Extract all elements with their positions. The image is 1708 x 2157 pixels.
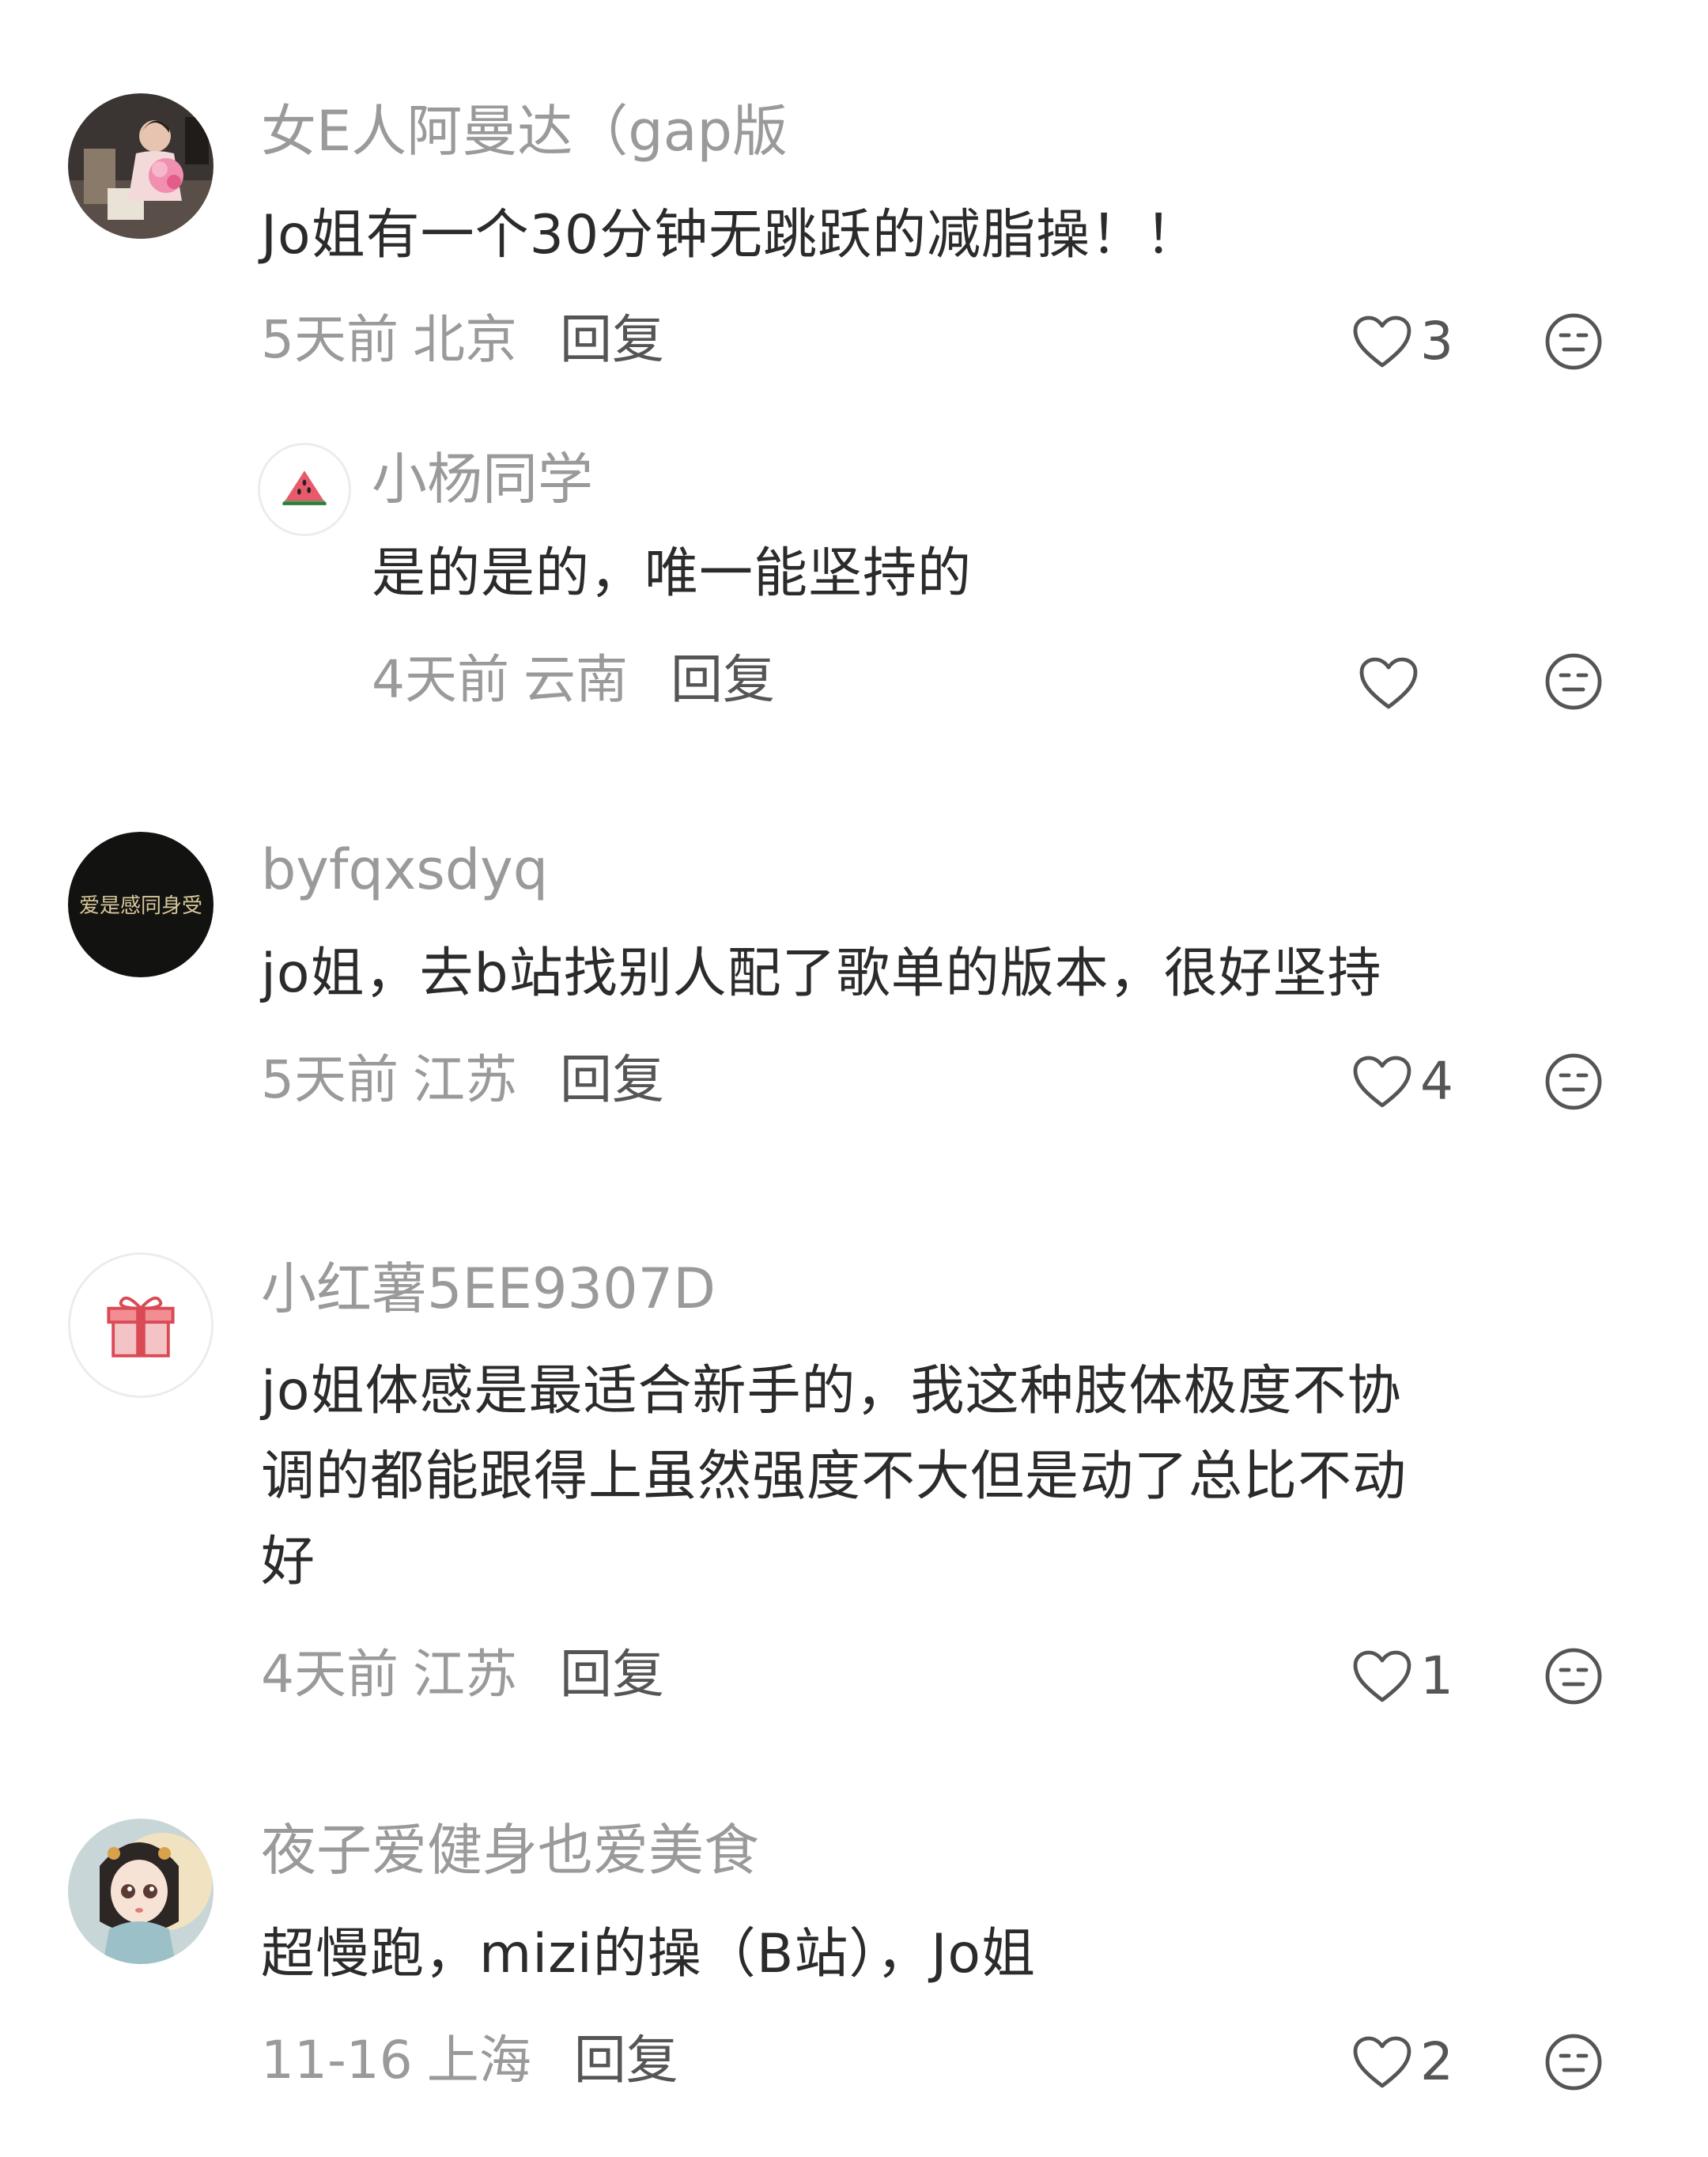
neutral-face-icon [1545,1053,1602,1110]
reply-username[interactable]: 小杨同学 [372,448,593,511]
comment-location: 北京 [413,309,517,370]
heart-icon [1359,657,1418,709]
comment-time: 5天前 [261,309,399,370]
reply-button[interactable]: 回复 [560,1049,664,1110]
anime-girl-avatar-icon [68,1819,214,1964]
like-button[interactable]: 3 [1351,310,1453,373]
like-count: 1 [1420,1645,1453,1706]
comment-time: 4天前 [261,1644,399,1705]
dislike-button[interactable] [1544,1646,1604,1706]
dislike-button[interactable] [1544,312,1604,372]
like-button[interactable]: 1 [1351,1645,1453,1708]
neutral-face-icon [1545,653,1602,710]
comment-username[interactable]: 女E人阿曼达（gap版 [261,100,788,163]
dislike-button[interactable] [1544,2032,1604,2092]
neutral-face-icon [1545,2034,1602,2091]
neutral-face-icon [1545,1648,1602,1705]
avatar-text: 爱是感同身受 [79,894,202,918]
user-avatar[interactable] [68,93,214,239]
like-count: 3 [1420,311,1453,372]
comment-meta: 5天前 江苏 回复 [261,1048,664,1112]
dislike-button[interactable] [1544,652,1604,712]
dislike-button[interactable] [1544,1052,1604,1112]
calligraphy-avatar-icon: 爱是感同身受 [68,832,214,977]
user-avatar[interactable] [258,443,351,536]
user-avatar[interactable]: 爱是感同身受 [68,832,214,977]
comment-text: jo姐体感是最适合新手的，我这种肢体极度不协 调的都能跟得上虽然强度不大但是动了… [261,1360,1408,1593]
user-photo-avatar-icon [68,93,214,239]
heart-icon [1353,315,1411,368]
like-count: 4 [1420,1051,1453,1112]
reply-button[interactable]: 回复 [574,2030,678,2091]
comment-meta: 4天前 江苏 回复 [261,1643,664,1706]
reply-text: 是的是的，唯一能坚持的 [372,542,973,605]
comment-location: 江苏 [413,1049,517,1110]
reply-meta: 4天前 云南 回复 [372,648,775,712]
comment-location: 江苏 [413,1644,517,1705]
comment-location: 上海 [426,2030,531,2091]
comment-username[interactable]: byfqxsdyq [261,838,548,901]
watermelon-avatar-icon [260,445,349,534]
reply-location: 云南 [523,649,628,710]
reply-button[interactable]: 回复 [560,309,664,370]
comment-text: jo姐，去b站找别人配了歌单的版本，很好坚持 [261,943,1382,1005]
heart-icon [1353,1056,1411,1108]
user-avatar[interactable] [68,1819,214,1964]
comment-meta: 11-16 上海 回复 [261,2029,678,2092]
gift-avatar-icon [70,1255,211,1396]
comment-username[interactable]: 小红薯5EE9307D [261,1257,716,1320]
heart-icon [1353,1650,1411,1702]
comment-text: 超慢跑，mizi的操（B站），Jo姐 [261,1923,1037,1985]
comment-username[interactable]: 夜子爱健身也爱美食 [261,1819,759,1882]
comment-text: Jo姐有一个30分钟无跳跃的减脂操！！ [261,204,1200,266]
like-button[interactable]: 2 [1351,2030,1453,2094]
like-count: 2 [1420,2031,1453,2092]
reply-time: 4天前 [372,649,509,710]
reply-button[interactable]: 回复 [560,1644,664,1705]
neutral-face-icon [1545,313,1602,370]
user-avatar[interactable] [68,1252,214,1398]
like-button[interactable]: 4 [1351,1050,1453,1113]
comment-meta: 5天前 北京 回复 [261,308,664,372]
like-button[interactable] [1357,652,1426,715]
heart-icon [1353,2036,1411,2088]
reply-button[interactable]: 回复 [671,649,775,710]
comment-time: 5天前 [261,1049,399,1110]
comment-time: 11-16 [261,2030,413,2091]
